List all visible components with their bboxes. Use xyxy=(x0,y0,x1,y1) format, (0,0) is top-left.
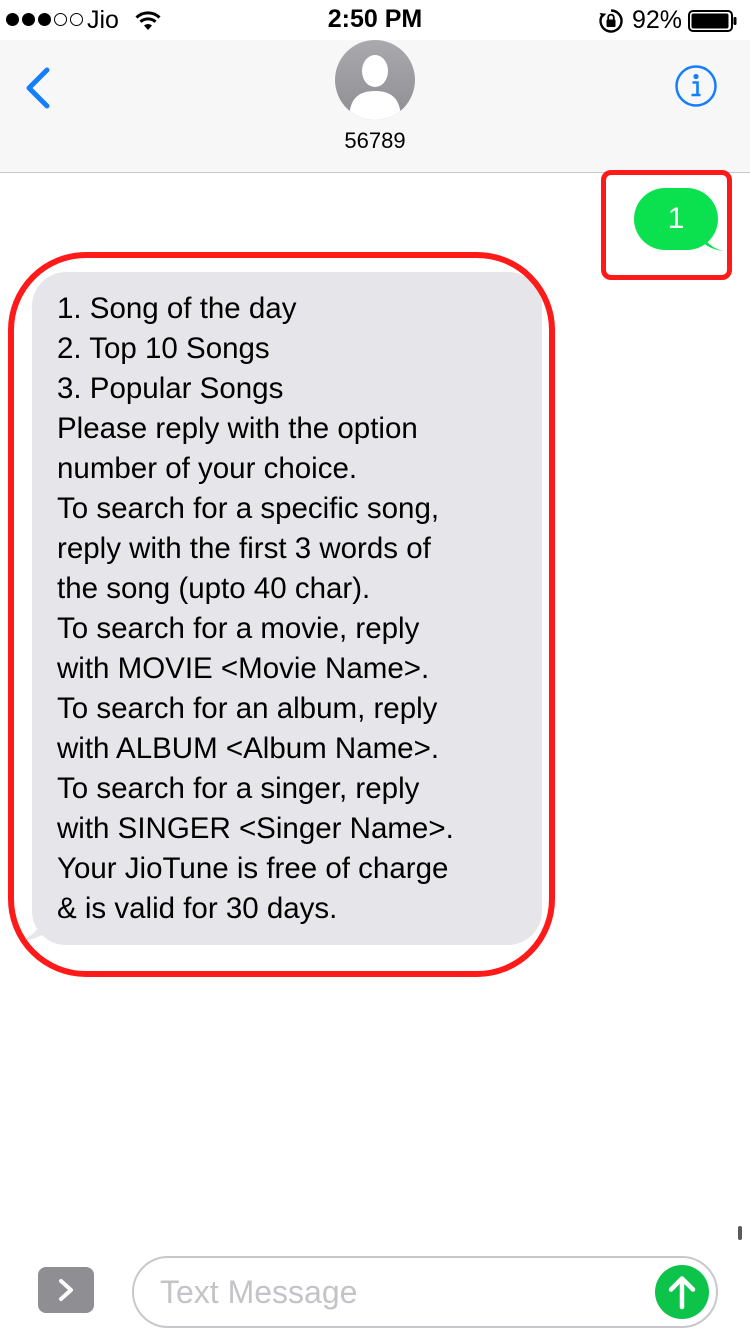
battery-percentage: 92% xyxy=(632,6,683,34)
send-button[interactable] xyxy=(655,1265,709,1319)
battery-icon xyxy=(688,10,738,32)
received-message-highlight xyxy=(8,252,555,977)
contact-name[interactable]: 56789 xyxy=(0,128,750,154)
info-icon[interactable] xyxy=(674,64,718,108)
send-arrow-icon xyxy=(668,1276,696,1310)
contact-avatar[interactable] xyxy=(335,40,415,120)
scroll-indicator[interactable] xyxy=(738,1226,742,1240)
back-chevron-icon[interactable] xyxy=(22,66,54,110)
conversation-header: 56789 xyxy=(0,40,750,173)
rotation-lock-icon xyxy=(598,8,624,39)
message-input[interactable] xyxy=(132,1256,718,1328)
apps-chevron-icon xyxy=(59,1279,73,1301)
sent-message-highlight xyxy=(601,170,732,280)
apps-button[interactable] xyxy=(38,1267,94,1313)
status-bar: Jio 2:50 PM 92% xyxy=(0,0,750,40)
